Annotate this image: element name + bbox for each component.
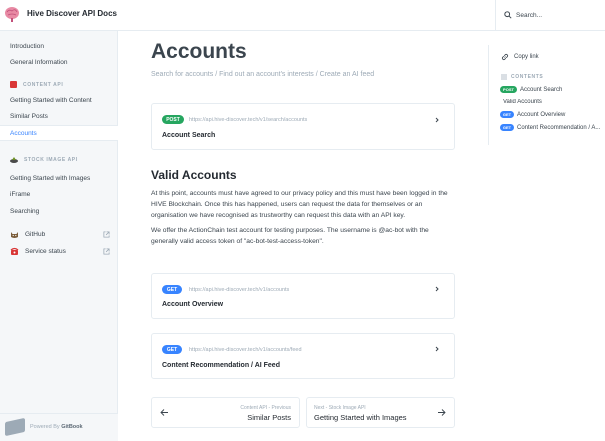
sidebar-link-label: GitHub [25, 231, 46, 238]
api-url: https://api.hive-discover.tech/v1/accoun… [189, 287, 290, 293]
phone-icon [10, 247, 19, 255]
toc-heading: CONTENTS [501, 74, 543, 80]
link-icon [501, 53, 509, 61]
toc-item-label: Valid Accounts [503, 99, 542, 105]
toc-divider [488, 45, 489, 145]
main-content: Accounts Search for accounts / Find out … [118, 31, 488, 441]
toc-badge-get: GET [500, 124, 514, 131]
search-input[interactable]: Search... [504, 8, 542, 22]
sidebar-link-service-status[interactable]: Service status [10, 247, 110, 256]
chevron-right-icon [435, 346, 439, 352]
powered-by-gitbook[interactable]: Powered By GitBook [0, 413, 118, 441]
sidebar-item-getting-started-images[interactable]: Getting Started with Images [0, 171, 118, 185]
api-card-account-overview[interactable]: GET https://api.hive-discover.tech/v1/ac… [151, 273, 455, 319]
list-icon [501, 74, 507, 80]
top-header: Hive Discover API Docs Search... [0, 0, 605, 31]
sidebar-link-github[interactable]: GitHub [10, 230, 110, 239]
api-card-content-recommendation[interactable]: GET https://api.hive-discover.tech/v1/ac… [151, 333, 455, 379]
api-name: Account Overview [162, 301, 224, 308]
search-icon [504, 11, 512, 19]
image-stack-icon [10, 157, 18, 163]
powered-by-text: Powered By GitBook [30, 424, 83, 430]
chevron-right-icon [435, 286, 439, 292]
next-page-title: Getting Started with Images [314, 413, 407, 422]
next-page-link[interactable]: Next - Stock Image API Getting Started w… [306, 397, 455, 428]
sidebar-item-accounts[interactable]: Accounts [0, 125, 118, 141]
page-description: Search for accounts / Find out an accoun… [151, 71, 375, 78]
copy-link-button[interactable]: Copy link [501, 53, 539, 61]
section-heading-stock-image-api: STOCK IMAGE API [10, 157, 78, 163]
gitbook-logo-icon [5, 417, 25, 437]
toc-item-label: Account Search [520, 86, 563, 93]
sidebar-link-label: Service status [25, 248, 66, 255]
toc-item-account-search[interactable]: POST Account Search [500, 86, 604, 93]
method-badge-get: GET [162, 285, 182, 294]
sidebar-item-similar-posts[interactable]: Similar Posts [0, 109, 118, 123]
toc-item-label: Content Recommendation / A... [517, 124, 601, 131]
api-name: Content Recommendation / AI Feed [162, 362, 280, 369]
paragraph-test-account: We offer the ActionChain test account fo… [151, 227, 429, 245]
section-title-valid-accounts: Valid Accounts [151, 168, 237, 182]
sidebar: Introduction General Information CONTENT… [0, 31, 118, 441]
paragraph-valid-accounts: At this point, accounts must have agreed… [151, 190, 448, 219]
toc-badge-get: GET [500, 111, 514, 118]
cat-icon [11, 232, 18, 238]
previous-page-title: Similar Posts [247, 413, 291, 422]
sidebar-item-introduction[interactable]: Introduction [0, 39, 118, 53]
next-page-sub: Next - Stock Image API [314, 405, 366, 411]
toc-item-valid-accounts[interactable]: Valid Accounts [503, 99, 605, 105]
toc-item-account-overview[interactable]: GET Account Overview [500, 111, 604, 118]
header-divider [495, 0, 496, 31]
copy-link-label: Copy link [514, 54, 539, 60]
arrow-left-icon [160, 409, 168, 416]
section-heading-label: CONTENT API [23, 81, 64, 88]
sidebar-item-getting-started-content[interactable]: Getting Started with Content [0, 93, 118, 107]
section-heading-content-api: CONTENT API [10, 81, 63, 88]
page-title: Accounts [151, 40, 247, 63]
toc-item-content-recommendation[interactable]: GET Content Recommendation / A... [500, 124, 604, 131]
toc-item-label: Account Overview [517, 111, 566, 118]
sidebar-item-general-information[interactable]: General Information [0, 55, 118, 69]
brain-logo-icon[interactable] [4, 5, 20, 23]
arrow-right-icon [438, 409, 446, 416]
chevron-right-icon [435, 117, 439, 123]
app-title[interactable]: Hive Discover API Docs [27, 9, 117, 18]
section-heading-label: STOCK IMAGE API [24, 157, 78, 163]
sidebar-item-searching[interactable]: Searching [0, 204, 118, 218]
api-card-account-search[interactable]: POST https://api.hive-discover.tech/v1/s… [151, 103, 455, 150]
api-name: Account Search [162, 132, 216, 139]
previous-page-sub: Content API - Previous [240, 405, 291, 411]
toc-heading-label: CONTENTS [511, 74, 544, 80]
toc-badge-post: POST [500, 86, 517, 93]
red-square-icon [10, 81, 17, 88]
external-link-icon [103, 231, 110, 238]
method-badge-get: GET [162, 345, 182, 354]
search-placeholder: Search... [516, 11, 543, 19]
table-of-contents: Copy link CONTENTS POST Account Search V… [488, 31, 605, 441]
external-link-icon [103, 248, 110, 255]
api-url: https://api.hive-discover.tech/v1/search… [189, 117, 308, 123]
api-url: https://api.hive-discover.tech/v1/accoun… [189, 347, 302, 353]
method-badge-post: POST [162, 115, 184, 124]
previous-page-link[interactable]: Content API - Previous Similar Posts [151, 397, 300, 428]
sidebar-item-iframe[interactable]: iFrame [0, 187, 118, 201]
